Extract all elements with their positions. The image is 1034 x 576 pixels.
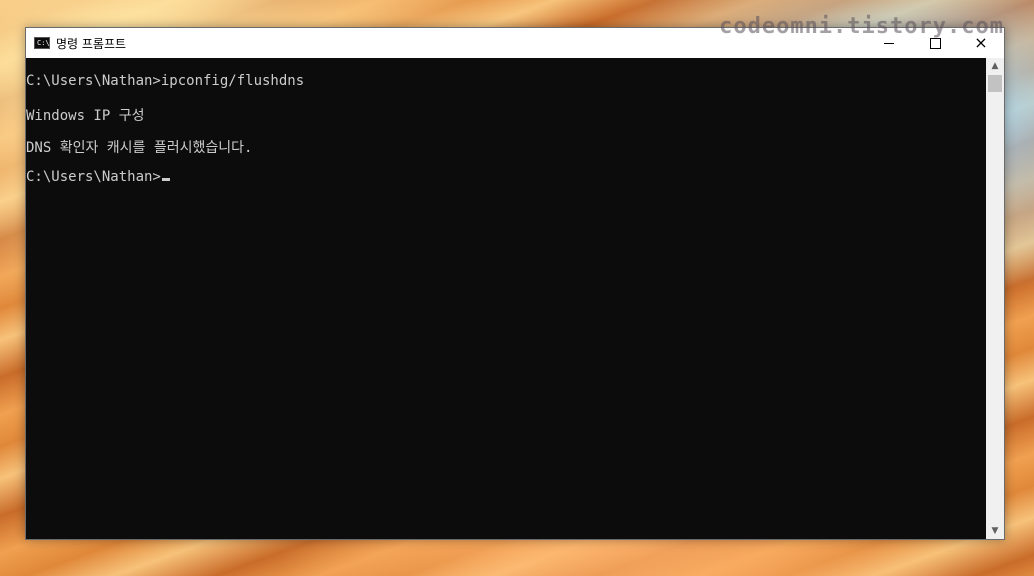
- cmd-icon[interactable]: C:\: [34, 37, 50, 49]
- watermark-text: codeomni.tistory.com: [719, 14, 1004, 39]
- scroll-down-button[interactable]: ▼: [986, 523, 1004, 539]
- console-line-prompt[interactable]: C:\Users\Nathan>: [26, 169, 170, 185]
- command-prompt-window: C:\ 명령 프롬프트 × C:\Users\Nathan>ipconfig/f…: [25, 27, 1005, 540]
- scrollbar-thumb[interactable]: [988, 75, 1002, 92]
- minimize-icon: [884, 42, 894, 44]
- vertical-scrollbar[interactable]: ▲ ▼: [986, 58, 1004, 539]
- prompt-text: C:\Users\Nathan>: [26, 169, 161, 185]
- console-output[interactable]: C:\Users\Nathan>ipconfig/flushdns Window…: [26, 58, 986, 539]
- cmd-icon-glyph: C:\: [37, 39, 50, 47]
- maximize-icon: [929, 37, 941, 49]
- scroll-up-icon: ▲: [991, 61, 999, 71]
- console-line-result: DNS 확인자 캐시를 플러시했습니다.: [26, 140, 253, 156]
- scroll-up-button[interactable]: ▲: [986, 58, 1004, 74]
- window-title: 명령 프롬프트: [56, 36, 127, 51]
- console-line-command: C:\Users\Nathan>ipconfig/flushdns: [26, 73, 305, 89]
- text-cursor: [161, 178, 170, 181]
- scroll-down-icon: ▼: [991, 526, 999, 536]
- console-line-header: Windows IP 구성: [26, 108, 145, 124]
